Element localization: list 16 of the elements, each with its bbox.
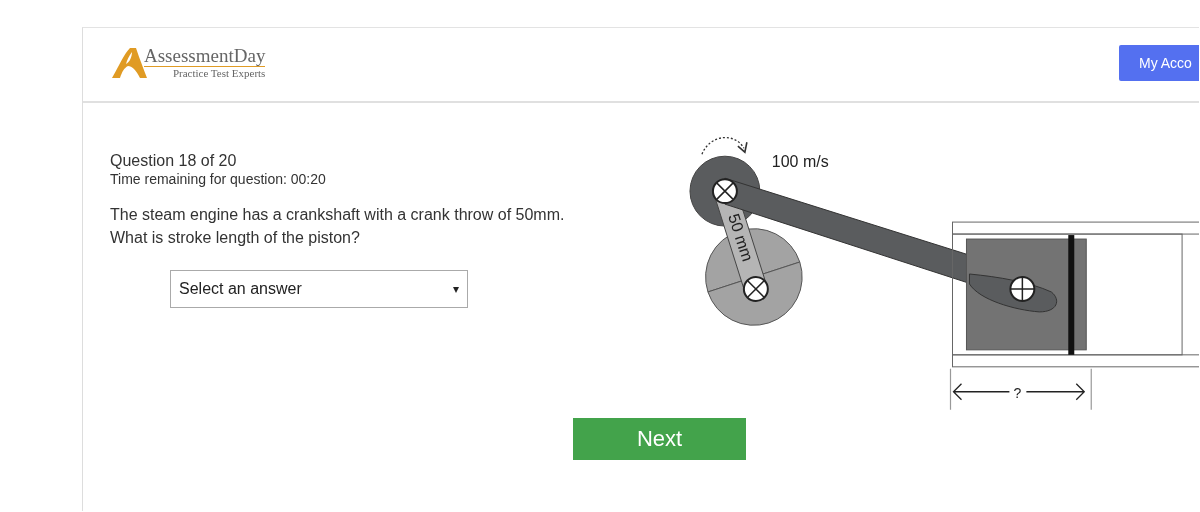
answer-select[interactable]: Select an answer ▾ [170,270,468,308]
stroke-label: ? [1013,384,1022,401]
bolt-icon [742,276,769,302]
account-button[interactable]: My Acco [1119,44,1199,81]
question-text: The steam engine has a crankshaft with a crank throw of 50mm. [110,205,566,225]
bolt-icon [1009,276,1036,302]
rotation-arrow-icon [701,136,748,155]
speed-label: 100 m/s [771,153,829,171]
logo[interactable]: AssessmentDay Practice Test Experts [110,46,266,80]
throw-label: 50 mm [725,211,757,264]
question-text: What is stroke length of the piston? [110,228,361,248]
question-counter: Question 18 of 20 [110,151,238,171]
next-button[interactable]: Next [573,418,746,460]
logo-tagline: Practice Test Experts [172,67,266,80]
logo-name: AssessmentDay [144,46,266,67]
timer-text: Time remaining for question: 00:20 [110,171,327,188]
